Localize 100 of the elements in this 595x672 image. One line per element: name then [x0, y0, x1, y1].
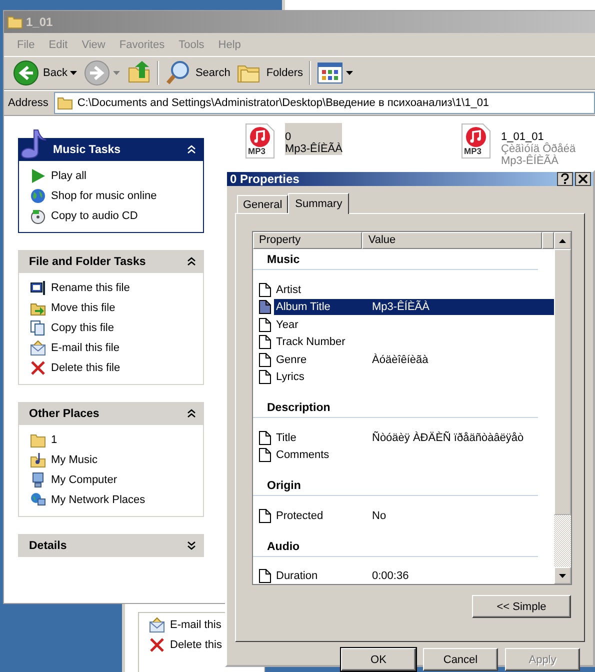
folder-icon: [30, 432, 46, 448]
file-name[interactable]: 1_01_01: [501, 131, 576, 143]
up-arrow-icon[interactable]: [559, 238, 566, 242]
section-heading: Origin: [267, 480, 301, 492]
property-value: No: [372, 508, 388, 524]
delete-icon: [149, 637, 165, 653]
search-button[interactable]: Search: [162, 59, 234, 87]
caret-icon[interactable]: [346, 71, 354, 75]
task-link[interactable]: E-mail this: [170, 619, 222, 631]
task-link[interactable]: Shop for music online: [51, 190, 157, 202]
section-heading: Music: [267, 254, 300, 266]
address-text: C:\Documents and Settings\Administrator\Desktop\Введение в психоанализ\1\1_01: [77, 97, 490, 109]
task-link[interactable]: Play all: [51, 170, 86, 182]
network-icon: [30, 492, 46, 508]
tab[interactable]: General: [237, 195, 288, 213]
document-icon: [259, 352, 271, 367]
pane-title: Other Places: [29, 408, 100, 420]
pane-title: File and Folder Tasks: [29, 256, 146, 268]
task-link[interactable]: Delete this: [170, 639, 222, 651]
document-icon: [259, 282, 271, 297]
task-link[interactable]: Rename this file: [51, 282, 130, 294]
property-name[interactable]: Duration: [274, 568, 372, 584]
document-icon: [259, 508, 271, 523]
disc-icon: [30, 208, 46, 224]
property-value: Àóäèîêíèãà: [372, 352, 430, 368]
task-link[interactable]: Copy this file: [51, 322, 114, 334]
document-icon: [259, 448, 271, 462]
pane-header[interactable]: Music Tasks: [18, 128, 204, 161]
dialog-button[interactable]: Cancel: [423, 648, 498, 671]
task-link[interactable]: Delete this file: [51, 362, 120, 374]
address-label: Address: [8, 97, 48, 109]
rename-icon: [30, 280, 46, 296]
scrollbar[interactable]: [554, 232, 571, 584]
tab[interactable]: Summary: [288, 193, 350, 214]
task-link[interactable]: My Network Places: [51, 494, 146, 506]
property-value: Ñòóäèÿ ÀÐÄÈÑ ïðåäñòàâëÿåò: [372, 430, 525, 446]
back-button[interactable]: Back: [10, 59, 70, 87]
property-name[interactable]: Title: [274, 430, 372, 446]
expand-icon[interactable]: [187, 541, 196, 550]
task-link[interactable]: Move this file: [51, 302, 116, 314]
scroll-thumb[interactable]: [554, 249, 571, 515]
simple-button[interactable]: << Simple: [472, 595, 571, 618]
envelope-icon: [149, 617, 165, 633]
document-icon: [259, 335, 271, 350]
file-detail: Mp3-ÊÍÈÃÀ: [285, 143, 342, 155]
section-heading: Description: [267, 402, 330, 414]
play-icon: [30, 168, 46, 184]
folder-icon: [57, 96, 74, 110]
mp3-file-icon[interactable]: MP3: [461, 123, 491, 159]
section-heading: Audio: [267, 540, 300, 552]
folders-button[interactable]: Folders: [233, 59, 306, 87]
document-icon: [259, 300, 271, 314]
pane-header[interactable]: Other Places: [18, 402, 204, 425]
icon-label: MP3: [248, 146, 266, 156]
window-title: 1_01: [26, 15, 53, 29]
task-link[interactable]: Copy to audio CD: [51, 210, 138, 222]
property-name[interactable]: Artist: [274, 282, 372, 298]
property-value: 0:00:36: [372, 569, 410, 584]
collapse-icon[interactable]: [187, 409, 196, 418]
down-arrow-icon[interactable]: [559, 574, 566, 578]
task-link[interactable]: My Music: [51, 454, 98, 466]
property-name[interactable]: Year: [274, 316, 372, 333]
task-link[interactable]: E-mail this file: [51, 342, 120, 354]
search-icon: [165, 60, 192, 86]
property-name[interactable]: Album Title: [274, 299, 372, 316]
address-field[interactable]: C:\Documents and Settings\Administrator\Desktop\Введение в психоанализ\1\1_01: [54, 92, 595, 114]
property-name[interactable]: Comments: [274, 447, 372, 464]
task-link[interactable]: 1: [51, 434, 58, 446]
column-header[interactable]: Value: [362, 232, 542, 249]
document-icon: [259, 318, 271, 332]
forward-icon: [84, 60, 110, 86]
computer-icon: [30, 472, 46, 488]
file-detail: Çèãìóíä Ôðåéä: [501, 143, 576, 155]
music-folder-icon: [30, 452, 46, 468]
delete-icon: [30, 360, 46, 376]
copy-icon: [30, 320, 46, 336]
pane-header[interactable]: File and Folder Tasks: [18, 250, 204, 273]
property-name[interactable]: Genre: [274, 352, 372, 368]
property-value: Mp3-ÊÍÈÃÀ: [372, 299, 554, 316]
collapse-icon[interactable]: [187, 257, 196, 266]
file-name[interactable]: 0: [285, 131, 342, 143]
globe-icon: [30, 188, 46, 204]
help-button[interactable]: [557, 172, 573, 186]
close-button[interactable]: [575, 172, 591, 186]
pane-header[interactable]: Details: [18, 534, 204, 557]
document-icon: [259, 430, 271, 445]
window-title: 0 Properties: [230, 172, 300, 186]
caret-icon[interactable]: [70, 71, 78, 75]
mp3-file-icon[interactable]: MP3: [245, 123, 275, 159]
property-name[interactable]: Protected: [274, 508, 372, 524]
pane-title: Details: [29, 540, 67, 552]
envelope-icon: [30, 340, 46, 356]
property-name[interactable]: Lyrics: [274, 369, 372, 386]
property-name[interactable]: Track Number: [274, 334, 372, 350]
dialog-button[interactable]: OK: [341, 648, 416, 671]
views-icon: [317, 60, 344, 86]
pane-title: Music Tasks: [53, 144, 121, 156]
column-header[interactable]: Property: [253, 232, 362, 249]
task-link[interactable]: My Computer: [51, 474, 118, 486]
document-icon: [259, 370, 271, 384]
